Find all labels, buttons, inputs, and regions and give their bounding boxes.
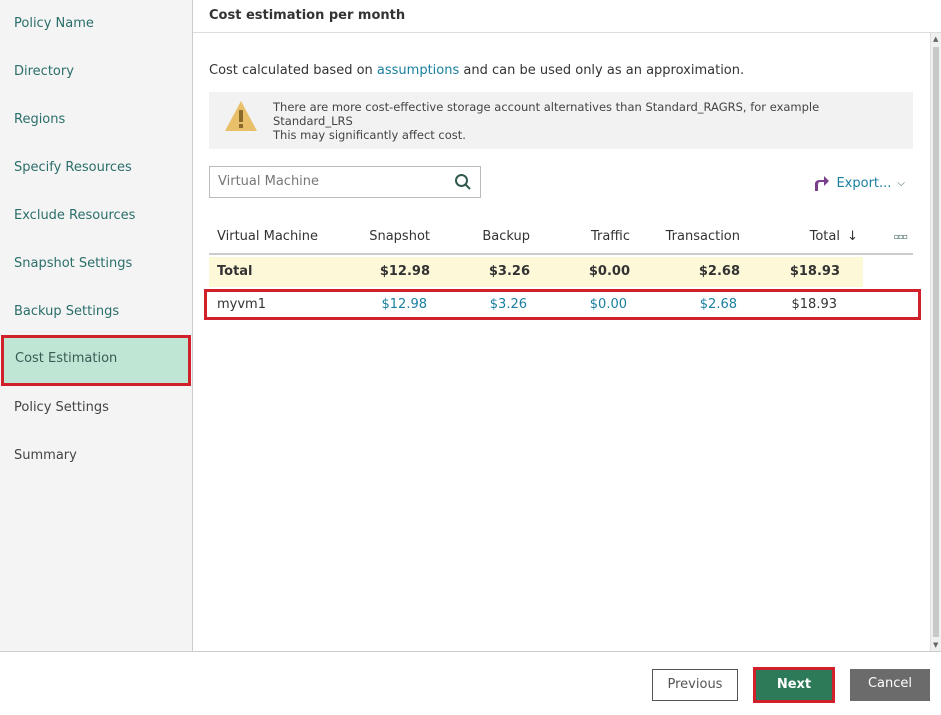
wizard-footer: Previous Next Cancel (0, 651, 941, 715)
column-header-total[interactable]: Total (810, 220, 840, 254)
total-traffic: $0.00 (588, 264, 630, 279)
note-text: Cost calculated based on (209, 63, 377, 78)
column-options-icon[interactable]: ▫▫▫ (894, 220, 908, 254)
sidebar-item-cost-estimation[interactable]: Cost Estimation (1, 335, 191, 386)
snapshot-cost-link[interactable]: $12.98 (382, 292, 428, 317)
sidebar-item-exclude-resources[interactable]: Exclude Resources (0, 192, 192, 240)
search-icon[interactable] (454, 173, 472, 191)
column-header-traffic[interactable]: Traffic (591, 220, 630, 254)
transaction-cost-link[interactable]: $2.68 (700, 292, 737, 317)
page-title: Cost estimation per month (193, 0, 941, 33)
total-total: $18.93 (789, 264, 840, 279)
traffic-cost-link[interactable]: $0.00 (590, 292, 627, 317)
cancel-button[interactable]: Cancel (850, 669, 930, 701)
scrollbar-thumb[interactable] (933, 47, 939, 637)
warning-icon (225, 101, 257, 131)
column-header-vm[interactable]: Virtual Machine (217, 220, 318, 254)
warning-line: There are more cost-effective storage ac… (273, 100, 820, 114)
scroll-down-icon[interactable]: ▼ (933, 641, 938, 649)
previous-button[interactable]: Previous (652, 669, 738, 701)
sidebar-item-summary[interactable]: Summary (0, 432, 192, 480)
export-button[interactable]: Export... ⌵ (812, 174, 905, 192)
table-header: Virtual Machine Snapshot Backup Traffic … (209, 220, 913, 255)
sidebar-item-backup-settings[interactable]: Backup Settings (0, 288, 192, 336)
sort-desc-icon[interactable]: ↓ (847, 220, 858, 254)
note-text-end: and can be used only as an approximation… (459, 63, 745, 78)
wizard-sidebar: Policy Name Directory Regions Specify Re… (0, 0, 193, 652)
total-label: Total (217, 264, 253, 279)
table-total-row: Total $12.98 $3.26 $0.00 $2.68 $18.93 (209, 257, 863, 287)
total-snapshot: $12.98 (379, 264, 430, 279)
vm-total-cost: $18.93 (791, 297, 838, 312)
sidebar-item-policy-name[interactable]: Policy Name (0, 0, 192, 48)
search-input[interactable]: Virtual Machine (209, 166, 481, 198)
sidebar-item-snapshot-settings[interactable]: Snapshot Settings (0, 240, 192, 288)
next-button[interactable]: Next (753, 667, 835, 703)
sidebar-item-policy-settings[interactable]: Policy Settings (0, 384, 192, 432)
assumptions-link[interactable]: assumptions (377, 63, 459, 78)
export-label: Export... (836, 175, 892, 191)
column-header-snapshot[interactable]: Snapshot (369, 220, 430, 254)
warning-line: This may significantly affect cost. (273, 128, 466, 142)
total-backup: $3.26 (488, 264, 530, 279)
sidebar-item-specify-resources[interactable]: Specify Resources (0, 144, 192, 192)
search-placeholder: Virtual Machine (218, 174, 320, 189)
warning-banner: There are more cost-effective storage ac… (209, 92, 913, 149)
total-transaction: $2.68 (698, 264, 740, 279)
share-arrow-icon (815, 176, 830, 191)
scroll-up-icon[interactable]: ▲ (933, 35, 938, 43)
column-header-transaction[interactable]: Transaction (666, 220, 740, 254)
backup-cost-link[interactable]: $3.26 (490, 292, 527, 317)
cost-note: Cost calculated based on assumptions and… (209, 63, 744, 78)
sidebar-item-directory[interactable]: Directory (0, 48, 192, 96)
table-row[interactable]: myvm1 $12.98 $3.26 $0.00 $2.68 $18.93 (204, 289, 921, 320)
chevron-down-icon: ⌵ (897, 177, 905, 189)
vm-name: myvm1 (217, 297, 266, 312)
column-header-backup[interactable]: Backup (482, 220, 530, 254)
sidebar-item-regions[interactable]: Regions (0, 96, 192, 144)
warning-line: Standard_LRS (273, 114, 353, 128)
scrollbar[interactable]: ▲ ▼ (930, 33, 941, 651)
